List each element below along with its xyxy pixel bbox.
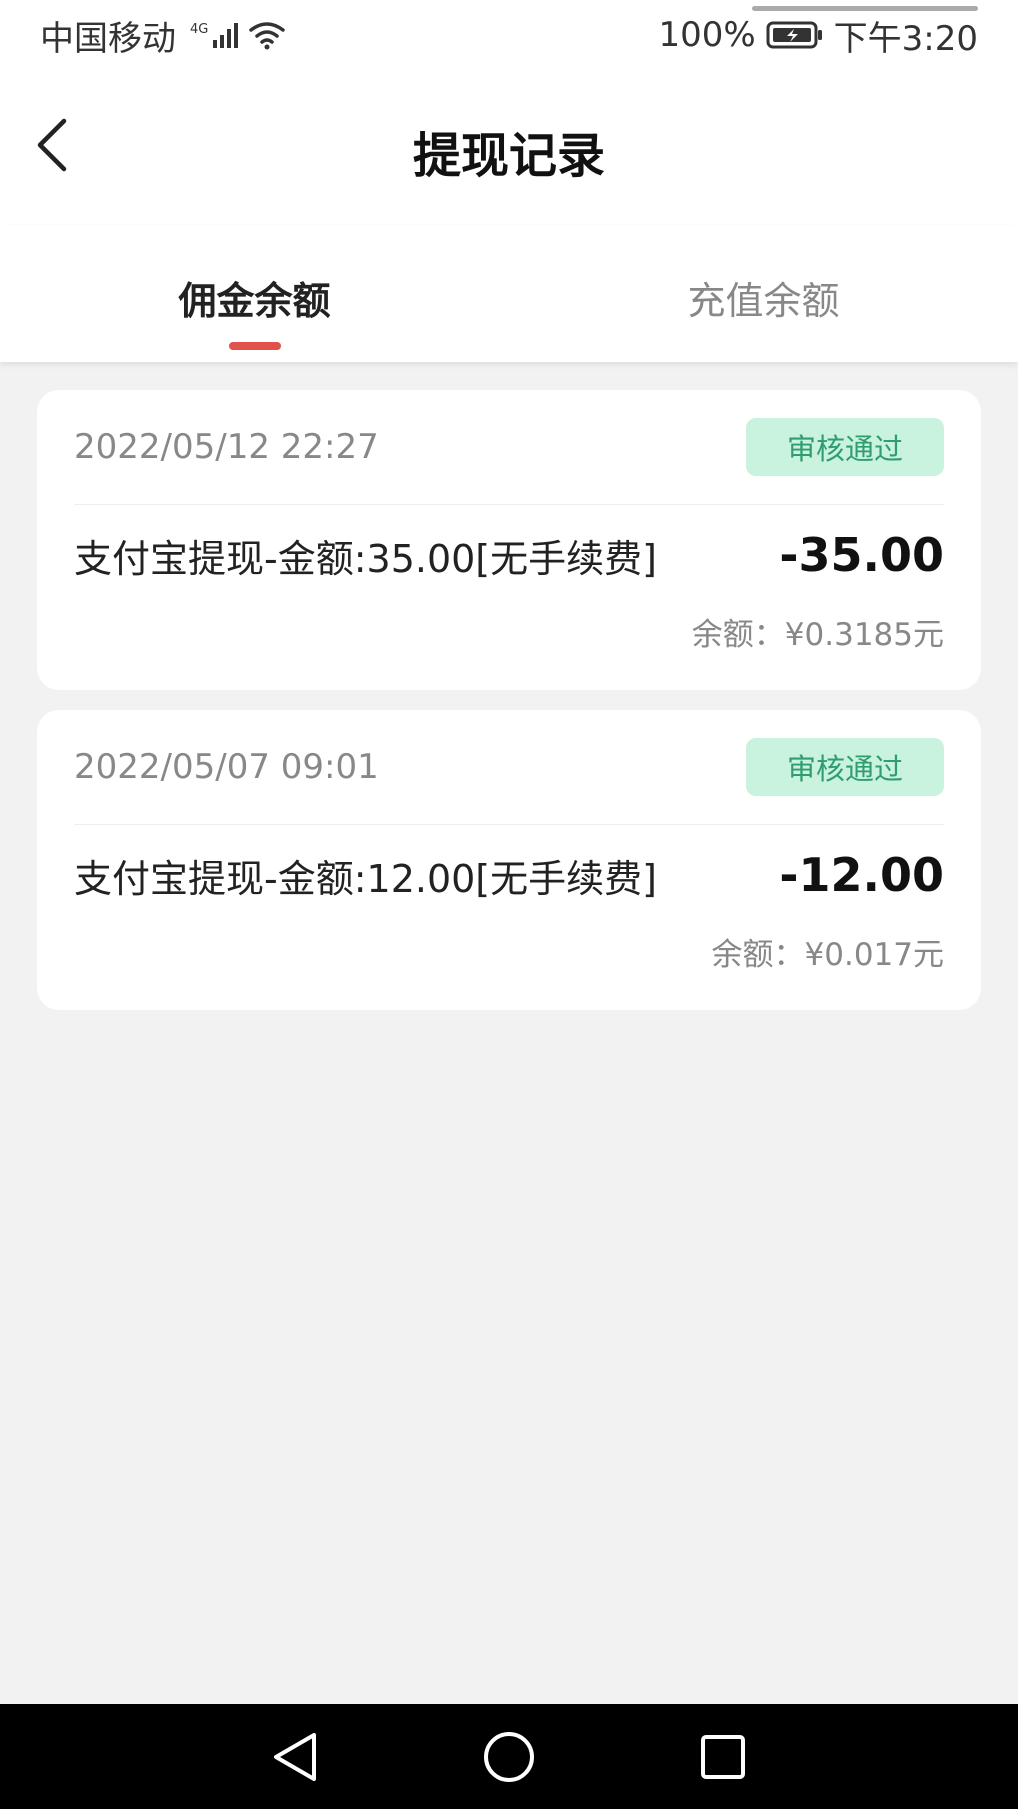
active-tab-indicator [228,342,281,350]
status-left: 中国移动 4G [40,11,286,60]
status-right: 100% 下午3:20 [658,11,978,60]
gesture-pill [752,6,978,11]
record-description: 支付宝提现-金额:12.00[无手续费] [74,856,657,901]
tab-commission-balance[interactable]: 佣金余额 [0,225,509,362]
record-card[interactable]: 2022/05/07 09:01 审核通过 支付宝提现-金额:12.00[无手续… [37,710,981,1010]
clock: 下午3:20 [833,18,978,59]
page-title: 提现记录 [412,128,605,184]
screen: 中国移动 4G 100% 下午3:20 提现记录 佣金余额 充值余额 2022/… [0,0,1018,1809]
tab-bar: 佣金余额 充值余额 [0,225,1018,362]
tab-label: 充值余额 [687,279,840,323]
status-badge: 审核通过 [746,418,944,476]
square-recent-icon [701,1734,745,1779]
record-card-body: 支付宝提现-金额:12.00[无手续费] -12.00 [74,825,944,925]
signal-icon: 4G [190,22,239,48]
record-card[interactable]: 2022/05/12 22:27 审核通过 支付宝提现-金额:35.00[无手续… [37,390,981,690]
nav-home-button[interactable] [454,1717,564,1797]
record-description: 支付宝提现-金额:35.00[无手续费] [74,536,657,581]
record-card-body: 支付宝提现-金额:35.00[无手续费] -35.00 [74,505,944,605]
record-card-header: 2022/05/12 22:27 审核通过 [74,390,944,505]
record-card-header: 2022/05/07 09:01 审核通过 [74,710,944,825]
network-type-label: 4G [190,22,209,37]
nav-back-button[interactable] [240,1717,350,1797]
triangle-back-icon [274,1732,316,1781]
circle-home-icon [484,1731,534,1782]
status-badge: 审核通过 [746,738,944,796]
battery-charging-icon [766,21,822,49]
header: 提现记录 [0,70,1018,225]
tab-recharge-balance[interactable]: 充值余额 [509,225,1018,362]
battery-percent: 100% [658,15,756,55]
status-bar: 中国移动 4G 100% 下午3:20 [0,0,1018,70]
withdrawal-record-list: 2022/05/12 22:27 审核通过 支付宝提现-金额:35.00[无手续… [37,390,981,1030]
record-balance: 余额：¥0.3185元 [691,617,944,653]
record-amount: -35.00 [779,528,944,582]
record-datetime: 2022/05/12 22:27 [74,427,379,467]
record-balance: 余额：¥0.017元 [711,937,944,973]
nav-recent-button[interactable] [668,1717,778,1797]
record-amount: -12.00 [779,848,944,902]
system-nav-bar [0,1704,1018,1809]
carrier-label: 中国移动 [40,18,176,59]
record-datetime: 2022/05/07 09:01 [74,747,379,787]
wifi-icon [249,22,286,50]
